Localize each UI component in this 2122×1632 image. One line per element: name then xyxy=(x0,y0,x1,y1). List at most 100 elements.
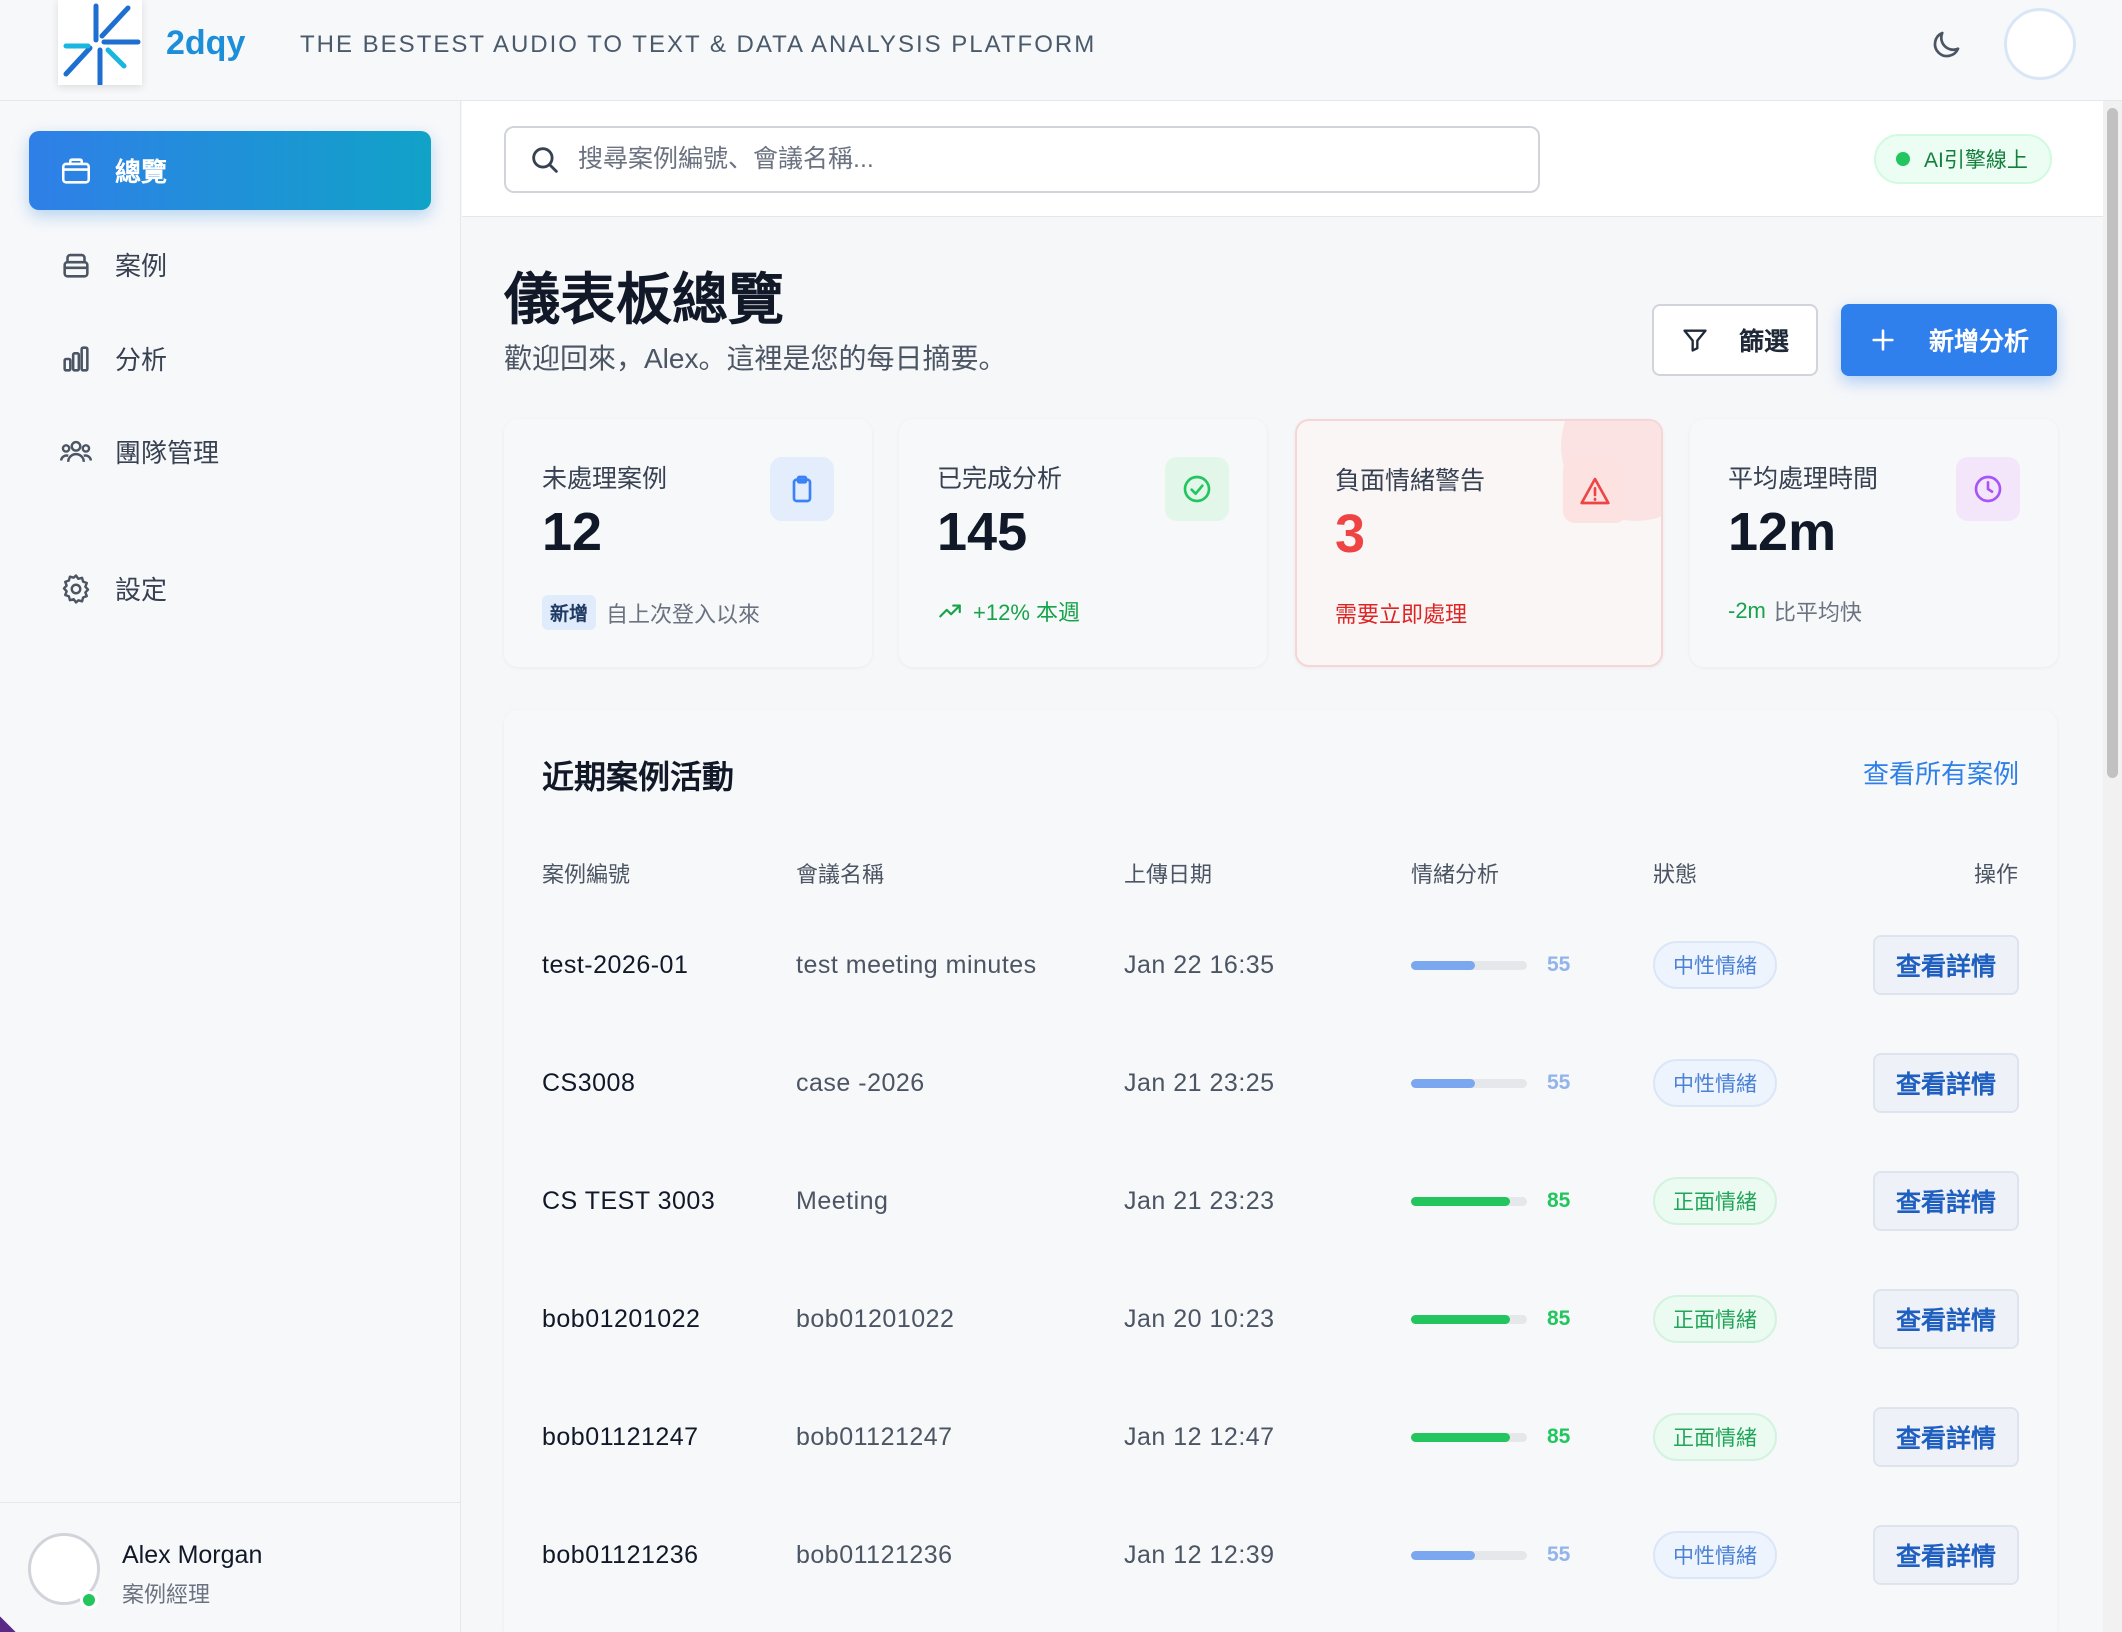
sentiment-score: 85 xyxy=(1411,1378,1570,1496)
table-row: CS TEST 3003 Meeting Jan 21 23:23 85 正面情… xyxy=(504,1142,2057,1260)
view-details-button[interactable]: 查看詳情 xyxy=(1873,1171,2019,1231)
search-row: AI引擎線上 xyxy=(462,101,2103,217)
gear-icon xyxy=(59,572,93,606)
stat-value: 12 xyxy=(542,502,603,562)
sentiment-bar-fill xyxy=(1411,960,1475,970)
action-cell: 查看詳情 xyxy=(1873,1142,2019,1260)
case-id: test-2026-01 xyxy=(542,950,689,979)
sentiment-value: 85 xyxy=(1547,1307,1571,1330)
case-id: CS TEST 3003 xyxy=(542,1186,716,1215)
stat-footer: 需要立即處理 xyxy=(1335,597,1467,629)
status-badge: 中性情緒 xyxy=(1653,941,1777,989)
view-details-button[interactable]: 查看詳情 xyxy=(1873,1525,2019,1585)
clipboard-icon xyxy=(770,457,834,521)
header-avatar[interactable] xyxy=(2004,8,2076,80)
sidebar-item-label: 總覽 xyxy=(115,157,168,187)
view-details-button[interactable]: 查看詳情 xyxy=(1873,1407,2019,1467)
tagline: THE BESTEST AUDIO TO TEXT & DATA ANALYSI… xyxy=(300,31,1097,58)
check-circle-icon xyxy=(1165,457,1229,521)
sentiment-bar xyxy=(1411,1432,1527,1442)
stat-card-negative-alert: 負面情緒警告 3 需要立即處理 xyxy=(1295,419,1663,667)
stat-card-pending: 未處理案例 12 新增 自上次登入以來 xyxy=(504,419,872,667)
meeting-name: bob01121247 xyxy=(796,1422,953,1451)
stat-label: 已完成分析 xyxy=(937,465,1063,493)
search-icon xyxy=(532,146,558,173)
view-details-button[interactable]: 查看詳情 xyxy=(1873,1053,2019,1113)
users-icon xyxy=(59,435,93,469)
view-details-button[interactable]: 查看詳情 xyxy=(1873,1289,2019,1349)
bar-chart-icon xyxy=(59,342,93,376)
status-cell: 中性情緒 xyxy=(1653,906,1777,1024)
sentiment-bar xyxy=(1411,1550,1527,1560)
column-header: 操作 xyxy=(1974,862,2019,887)
stat-footer: -2m 比平均快 xyxy=(1728,595,1862,627)
table-row: bob01201022 bob01201022 Jan 20 10:23 85 … xyxy=(504,1260,2057,1378)
ai-status-badge: AI引擎線上 xyxy=(1874,134,2052,184)
stat-card-avg-time: 平均處理時間 12m -2m 比平均快 xyxy=(1690,419,2058,667)
status-cell: 正面情緒 xyxy=(1653,1378,1777,1496)
new-badge: 新增 xyxy=(542,595,597,630)
stat-footer-text: 自上次登入以來 xyxy=(606,601,761,627)
scrollbar-thumb[interactable] xyxy=(2107,108,2118,778)
status-badge: 正面情緒 xyxy=(1653,1295,1777,1343)
stat-footer-text: +12% 本週 xyxy=(973,600,1080,625)
sentiment-score: 85 xyxy=(1411,1142,1570,1260)
status-cell: 正面情緒 xyxy=(1653,1142,1777,1260)
search-input[interactable] xyxy=(578,145,1538,174)
filter-button[interactable]: 篩選 xyxy=(1652,304,1818,376)
sidebar-item-overview[interactable]: 總覽 xyxy=(29,131,431,210)
stat-label: 未處理案例 xyxy=(542,465,668,493)
sidebar-item-analysis[interactable]: 分析 xyxy=(29,319,431,398)
briefcase-icon xyxy=(59,154,93,188)
stat-label: 負面情緒警告 xyxy=(1335,467,1486,495)
sentiment-value: 55 xyxy=(1547,953,1571,976)
sentiment-bar xyxy=(1411,960,1527,970)
sidebar-item-label: 設定 xyxy=(115,575,168,605)
status-badge: 中性情緒 xyxy=(1653,1531,1777,1579)
sidebar-item-label: 分析 xyxy=(115,345,168,375)
stat-footer: +12% 本週 xyxy=(937,595,1080,627)
table-row: bob01121236 bob01121236 Jan 12 12:39 55 … xyxy=(504,1496,2057,1614)
status-cell: 中性情緒 xyxy=(1653,1496,1777,1614)
warning-icon xyxy=(1563,459,1627,523)
user-name: Alex Morgan xyxy=(122,1541,263,1569)
stat-footer-highlight: -2m xyxy=(1728,598,1766,623)
status-dot xyxy=(1896,152,1910,166)
sidebar-item-team[interactable]: 團隊管理 xyxy=(29,412,431,491)
add-label: 新增分析 xyxy=(1928,328,2029,356)
case-id: bob01121247 xyxy=(542,1422,699,1451)
status-badge: 正面情緒 xyxy=(1653,1177,1777,1225)
upload-date: Jan 22 16:35 xyxy=(1124,950,1275,979)
sidebar-item-label: 案例 xyxy=(115,251,168,281)
column-header: 案例編號 xyxy=(542,862,631,887)
logo-icon[interactable] xyxy=(58,0,142,85)
sidebar-item-settings[interactable]: 設定 xyxy=(29,549,431,628)
stat-footer-text: 需要立即處理 xyxy=(1335,602,1468,627)
upload-date: Jan 12 12:39 xyxy=(1124,1540,1275,1569)
add-analysis-button[interactable]: 新增分析 xyxy=(1841,304,2057,376)
sidebar: 總覽 案例 分析 團隊管理 設定 Alex Morgan 案例經理 xyxy=(0,101,461,1632)
sentiment-bar xyxy=(1411,1196,1527,1206)
stat-label: 平均處理時間 xyxy=(1728,465,1879,493)
table-title: 近期案例活動 xyxy=(542,759,735,795)
sidebar-item-cases[interactable]: 案例 xyxy=(29,225,431,304)
moon-icon[interactable] xyxy=(1928,27,1964,63)
column-header: 情緒分析 xyxy=(1411,862,1500,887)
upload-date: Jan 20 10:23 xyxy=(1124,1304,1275,1333)
plus-icon xyxy=(1872,329,1894,351)
sentiment-score: 55 xyxy=(1411,1496,1570,1614)
user-profile[interactable]: Alex Morgan 案例經理 xyxy=(0,1502,461,1632)
page-subtitle: 歡迎回來，Alex。這裡是您的每日摘要。 xyxy=(504,343,1007,374)
clock-icon xyxy=(1956,457,2020,521)
search-box[interactable] xyxy=(504,126,1540,193)
table-row: CS3008 case -2026 Jan 21 23:25 55 中性情緒 查… xyxy=(504,1024,2057,1142)
sidebar-item-label: 團隊管理 xyxy=(115,438,220,468)
filter-icon xyxy=(1683,329,1707,352)
recent-activity-table: 近期案例活動 查看所有案例 案例編號 會議名稱 上傳日期 情緒分析 狀態 操作 … xyxy=(504,710,2057,1632)
table-row: bob01121247 bob01121247 Jan 12 12:47 85 … xyxy=(504,1378,2057,1496)
view-details-button[interactable]: 查看詳情 xyxy=(1873,935,2019,995)
view-all-link[interactable]: 查看所有案例 xyxy=(1863,754,2019,791)
sentiment-value: 85 xyxy=(1547,1189,1571,1212)
sentiment-bar-fill xyxy=(1411,1314,1510,1324)
action-cell: 查看詳情 xyxy=(1873,1260,2019,1378)
